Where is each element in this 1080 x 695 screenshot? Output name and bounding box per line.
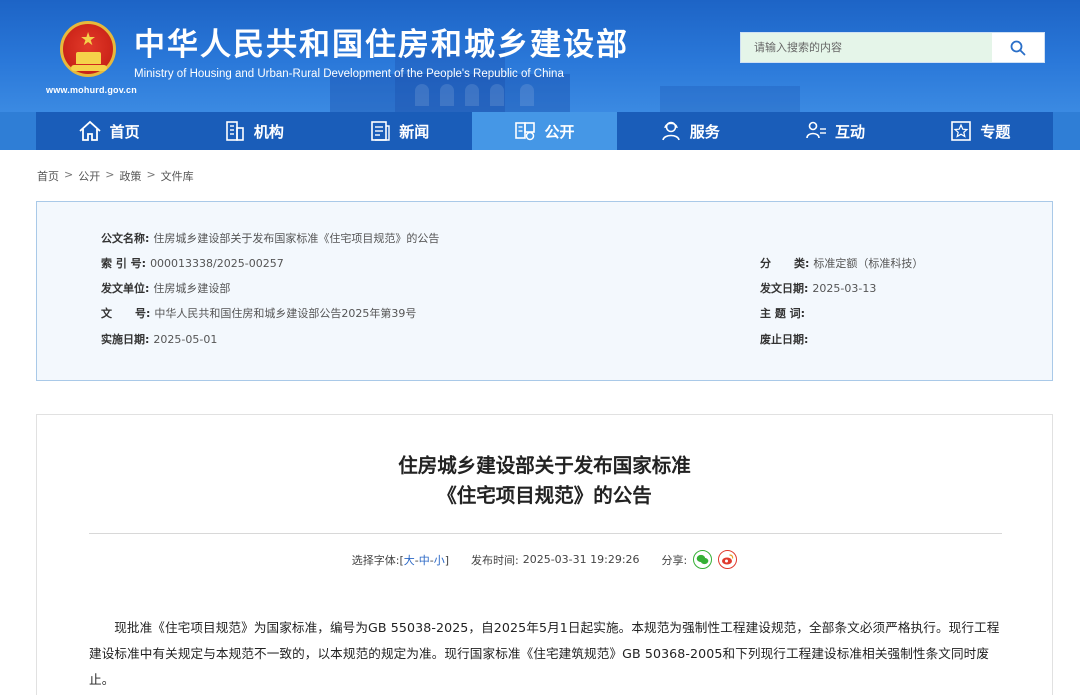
nav-item-label: 机构 (253, 122, 284, 141)
site-header: ★ www.mohurd.gov.cn 中华人民共和国住房和城乡建设部 Mini… (0, 0, 1080, 112)
info-value: 2025-05-01 (153, 333, 218, 346)
font-size-large-link[interactable]: 大 (404, 554, 415, 567)
article-title-line2: 《住宅项目规范》的公告 (437, 484, 652, 507)
breadcrumb-public[interactable]: 公开 (78, 168, 100, 184)
star-icon: ★ (80, 29, 97, 50)
info-index-number: 索 引 号: 000013338/2025-00257 (101, 255, 284, 271)
info-value: 标准定额（标准科技） (813, 257, 924, 270)
info-label: 分 类: (760, 257, 810, 270)
breadcrumb-file-library[interactable]: 文件库 (161, 168, 194, 184)
home-icon (79, 120, 101, 141)
nav-item-label: 新闻 (399, 122, 430, 141)
search-input[interactable] (741, 33, 993, 62)
article-panel: 住房城乡建设部关于发布国家标准 《住宅项目规范》的公告 选择字体: [大-中-小… (36, 414, 1053, 695)
topic-star-icon (951, 121, 972, 141)
nav-item-service[interactable]: 服务 (617, 112, 762, 150)
nav-item-news[interactable]: 新闻 (327, 112, 472, 150)
search-button[interactable] (992, 33, 1044, 62)
document-icon (515, 122, 536, 141)
nav-item-organization[interactable]: 机构 (181, 112, 326, 150)
info-label: 文 号: (101, 307, 151, 320)
nav-item-interaction[interactable]: 互动 (762, 112, 907, 150)
site-url: www.mohurd.gov.cn (46, 85, 137, 95)
nav-item-label: 服务 (689, 122, 720, 141)
interaction-icon (806, 121, 827, 139)
header-background-window (440, 84, 454, 106)
info-expire-date: 废止日期: (760, 331, 812, 347)
search-box (740, 32, 1045, 63)
search-icon (1010, 40, 1026, 56)
site-title[interactable]: 中华人民共和国住房和城乡建设部 (134, 26, 629, 64)
publish-time-value: 2025-03-31 19:29:26 (522, 553, 640, 566)
header-background-window (415, 84, 429, 106)
info-effective-date: 实施日期: 2025-05-01 (101, 331, 217, 347)
article-title-line1: 住房城乡建设部关于发布国家标准 (398, 454, 691, 477)
info-label: 主 题 词: (760, 307, 806, 320)
share-label: 分享: (661, 553, 688, 567)
font-size-selector: [大-中-小] (399, 552, 449, 568)
main-nav: 首页 机构 新闻 公开 服务 互动 专题 (0, 112, 1080, 150)
main-nav-inner: 首页 机构 新闻 公开 服务 互动 专题 (36, 112, 1053, 150)
font-size-small-link[interactable]: 小 (434, 554, 445, 567)
nav-item-public[interactable]: 公开 (471, 112, 618, 150)
title-divider (89, 533, 1002, 534)
info-keywords: 主 题 词: (760, 305, 809, 321)
info-value: 000013338/2025-00257 (150, 257, 284, 270)
info-issuing-unit: 发文单位: 住房城乡建设部 (101, 280, 230, 296)
breadcrumb-separator: > (64, 168, 74, 181)
info-label: 发文日期: (760, 282, 809, 295)
emblem-base (71, 65, 107, 71)
breadcrumb-separator: > (105, 168, 115, 181)
article-body-paragraph: 现批准《住宅项目规范》为国家标准，编号为GB 55038-2025，自2025年… (89, 620, 1000, 687)
info-document-title: 公文名称: 住房城乡建设部关于发布国家标准《住宅项目规范》的公告 (101, 230, 439, 246)
header-background-window (490, 84, 504, 106)
document-info-panel: 公文名称: 住房城乡建设部关于发布国家标准《住宅项目规范》的公告 索 引 号: 00… (36, 201, 1053, 381)
nav-item-home[interactable]: 首页 (36, 112, 181, 150)
info-label: 实施日期: (101, 333, 150, 346)
info-label: 废止日期: (760, 333, 809, 346)
site-title-english: Ministry of Housing and Urban-Rural Deve… (134, 68, 564, 80)
nav-item-label: 公开 (544, 122, 575, 141)
breadcrumb-separator: > (146, 168, 156, 181)
service-icon (661, 121, 680, 141)
nav-item-label: 互动 (835, 122, 866, 141)
nav-item-label: 专题 (980, 122, 1011, 141)
header-background-building (660, 86, 800, 112)
weibo-share-icon[interactable] (718, 550, 738, 569)
header-background-window (465, 84, 479, 106)
info-category: 分 类: 标准定额（标准科技） (760, 255, 923, 271)
publish-time-label: 发布时间: (471, 553, 519, 567)
national-emblem-logo[interactable]: ★ (60, 21, 116, 77)
font-size-label: 选择字体: (351, 553, 400, 567)
news-icon (371, 121, 390, 141)
bracket: ] (444, 553, 449, 567)
info-label: 索 引 号: (101, 257, 147, 270)
breadcrumb: 首页 > 公开 > 政策 > 文件库 (37, 168, 194, 184)
wechat-share-icon[interactable] (693, 550, 713, 569)
info-value: 住房城乡建设部关于发布国家标准《住宅项目规范》的公告 (153, 232, 440, 245)
info-value: 住房城乡建设部 (153, 282, 231, 295)
info-document-number: 文 号: 中华人民共和国住房和城乡建设部公告2025年第39号 (101, 305, 416, 321)
info-label: 发文单位: (101, 282, 150, 295)
nav-item-topics[interactable]: 专题 (908, 112, 1053, 150)
article-meta: 选择字体: [大-中-小] 发布时间: 2025-03-31 19:29:26 … (37, 550, 1052, 569)
nav-item-label: 首页 (109, 122, 140, 141)
header-background-window (520, 84, 534, 106)
info-value: 2025-03-13 (812, 282, 877, 295)
info-publish-date: 发文日期: 2025-03-13 (760, 280, 876, 296)
breadcrumb-home[interactable]: 首页 (37, 168, 59, 184)
breadcrumb-policy[interactable]: 政策 (119, 168, 141, 184)
building-icon (226, 121, 244, 141)
info-value: 中华人民共和国住房和城乡建设部公告2025年第39号 (154, 307, 417, 320)
font-size-medium-link[interactable]: 中 (419, 554, 430, 567)
emblem-gate (76, 52, 101, 64)
info-label: 公文名称: (101, 232, 150, 245)
